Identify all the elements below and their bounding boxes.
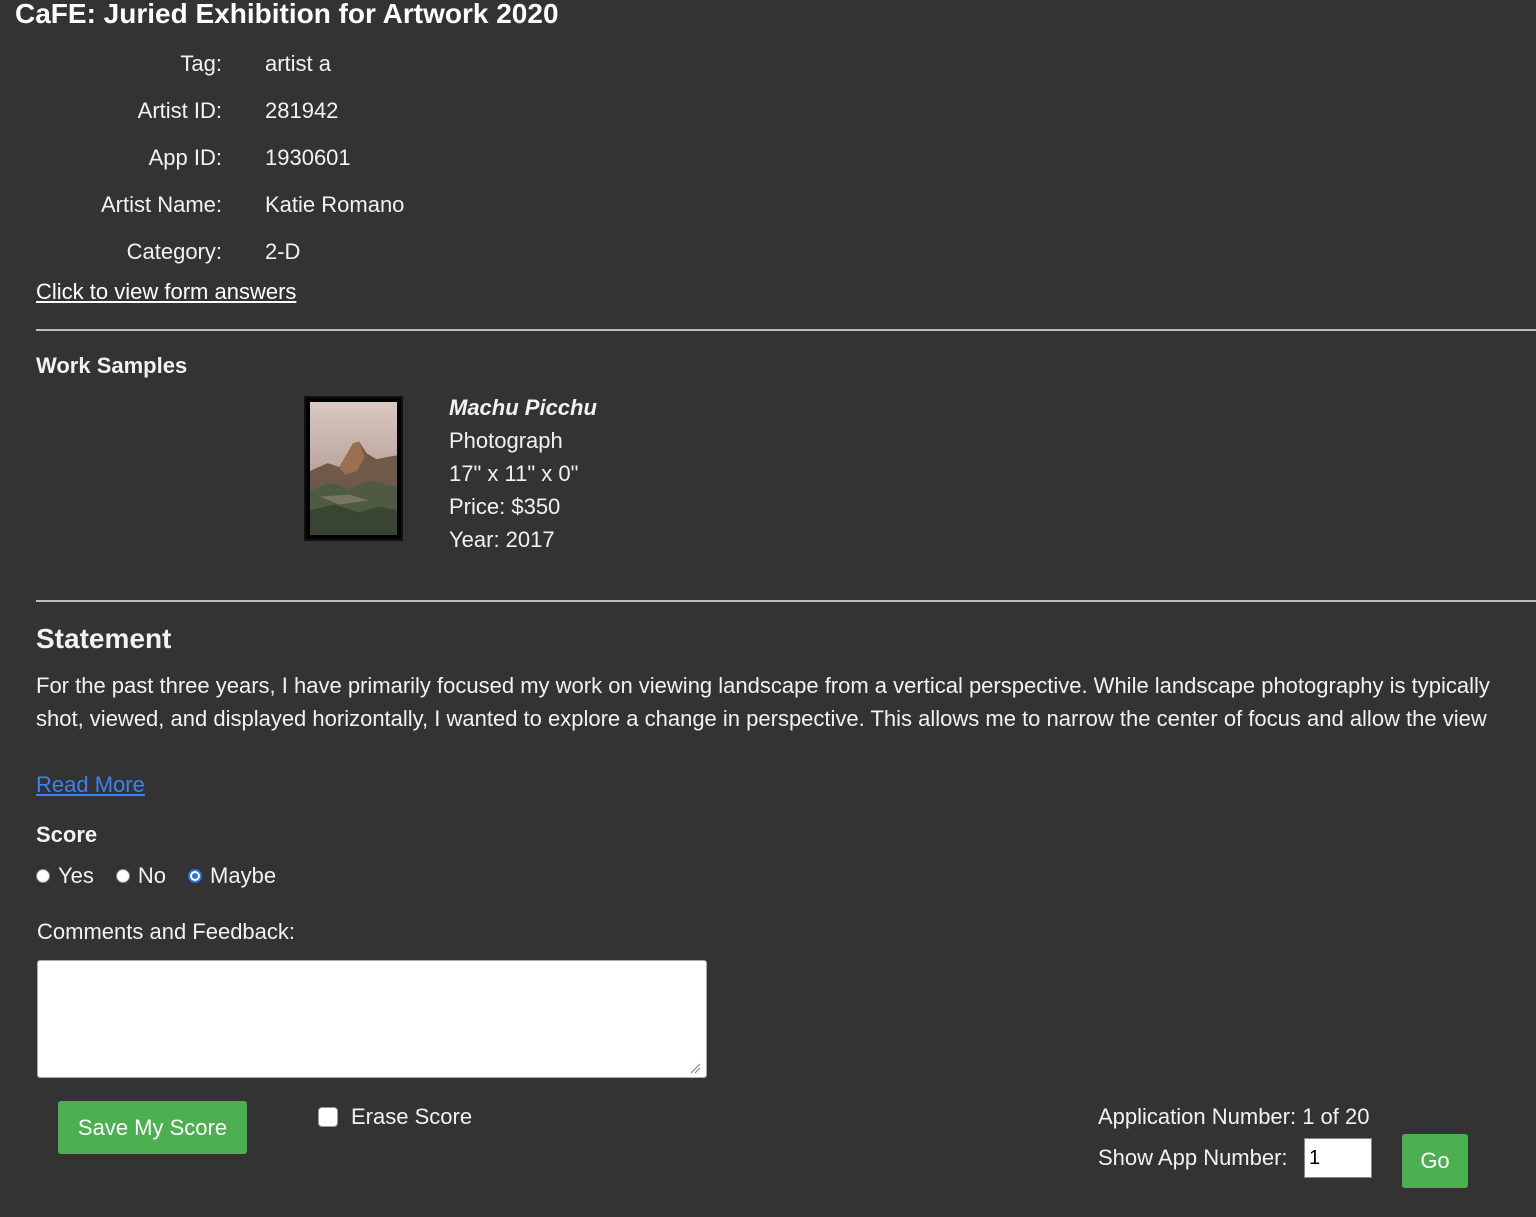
score-option-maybe[interactable]: Maybe: [188, 863, 276, 889]
section-divider: [36, 329, 1536, 331]
artist-name-value: Katie Romano: [265, 192, 405, 217]
section-divider: [36, 600, 1536, 602]
erase-score-label: Erase Score: [351, 1104, 473, 1129]
score-heading: Score: [36, 822, 98, 847]
work-title: Machu Picchu: [449, 395, 597, 420]
app-id-label: App ID:: [148, 145, 222, 170]
statement-heading: Statement: [36, 623, 172, 654]
page-title: CaFE: Juried Exhibition for Artwork 2020: [15, 0, 559, 29]
application-number-text: Application Number: 1 of 20: [1098, 1104, 1370, 1129]
work-medium: Photograph: [449, 428, 563, 453]
statement-text: For the past three years, I have primari…: [36, 673, 1490, 731]
tag-value: artist a: [265, 51, 332, 76]
read-more-link[interactable]: Read More: [36, 768, 145, 801]
work-price: Price: $350: [449, 494, 561, 519]
radio-no-label: No: [137, 863, 167, 888]
erase-score-option[interactable]: Erase Score: [318, 1101, 472, 1133]
view-form-answers-link[interactable]: Click to view form answers: [36, 277, 296, 307]
save-score-button[interactable]: Save My Score: [58, 1101, 247, 1154]
show-app-number-input[interactable]: [1304, 1138, 1372, 1178]
work-dimensions: 17" x 11" x 0": [449, 461, 579, 486]
work-year: Year: 2017: [449, 527, 555, 552]
radio-yes-label: Yes: [58, 863, 94, 888]
radio-no[interactable]: [115, 869, 130, 883]
score-option-no[interactable]: No: [115, 863, 167, 889]
comments-label: Comments and Feedback:: [37, 919, 296, 944]
artist-name-label: Artist Name:: [100, 192, 222, 217]
work-sample-thumbnail[interactable]: [304, 396, 403, 541]
mountain-photo-icon: [310, 402, 397, 535]
go-button[interactable]: Go: [1402, 1134, 1468, 1188]
radio-maybe[interactable]: [188, 869, 203, 883]
category-value: 2-D: [265, 239, 301, 264]
work-samples-heading: Work Samples: [36, 353, 188, 378]
tag-label: Tag:: [180, 51, 222, 76]
radio-yes[interactable]: [36, 869, 50, 883]
resize-grip-icon[interactable]: [689, 1062, 701, 1074]
work-sample-info: Machu Picchu Photograph 17" x 11" x 0" P…: [449, 391, 597, 556]
show-app-number-label: Show App Number:: [1098, 1145, 1288, 1170]
score-radio-group: Yes No Maybe: [36, 860, 298, 892]
radio-maybe-label: Maybe: [210, 863, 277, 888]
artist-id-value: 281942: [265, 98, 339, 123]
category-label: Category:: [126, 239, 222, 264]
comments-textarea[interactable]: [37, 960, 707, 1078]
score-option-yes[interactable]: Yes: [36, 863, 94, 889]
erase-score-checkbox[interactable]: [318, 1107, 338, 1127]
artist-id-label: Artist ID:: [137, 98, 222, 123]
app-id-value: 1930601: [265, 145, 351, 170]
